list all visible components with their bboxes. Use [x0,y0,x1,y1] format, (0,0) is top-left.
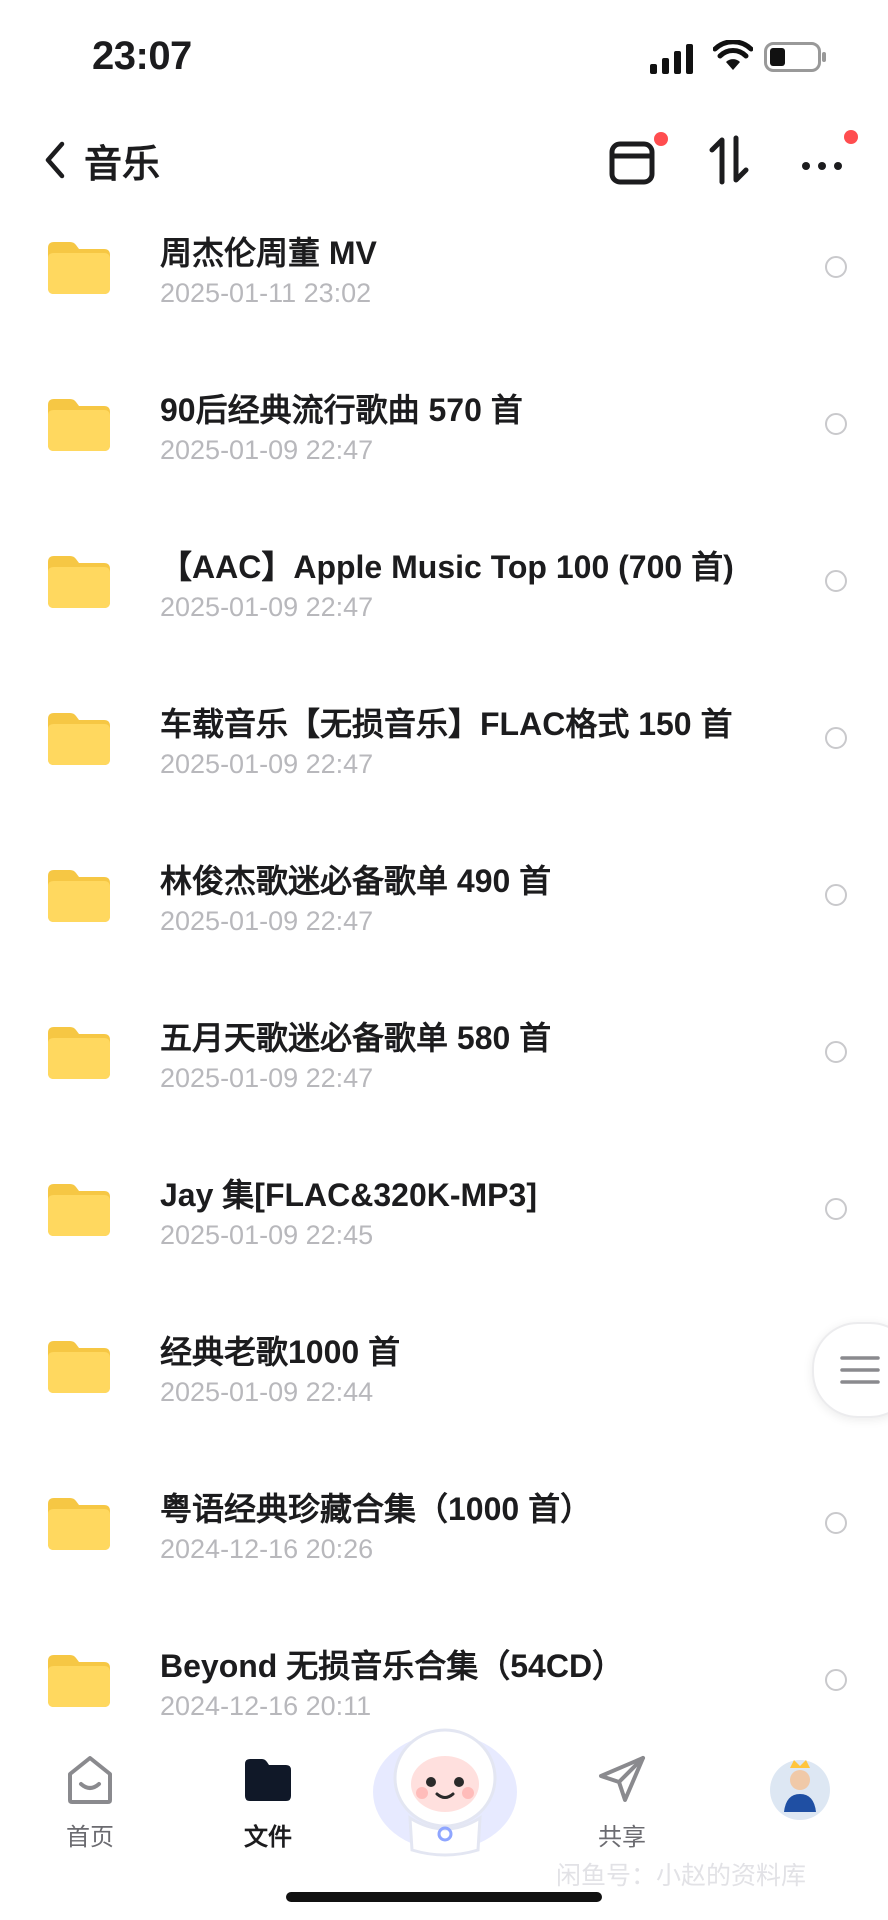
folder-icon [48,1498,110,1550]
folder-icon [48,1655,110,1707]
folder-icon [48,1341,110,1393]
list-item[interactable]: 周杰伦周董 MV 2025-01-11 23:02 [0,214,888,371]
folder-filled-icon [245,1759,291,1801]
folder-icon [48,1184,110,1236]
select-radio[interactable] [825,570,847,592]
tab-share[interactable]: 共享 [562,1750,682,1852]
status-time: 23:07 [92,34,192,78]
list-item[interactable]: 90后经典流行歌曲 570 首 2025-01-09 22:47 [0,371,888,528]
file-date: 2024-12-16 20:26 [160,1534,374,1564]
tab-label: 首页 [66,1824,114,1851]
file-date: 2025-01-09 22:45 [160,1220,374,1250]
list-item[interactable]: 五月天歌迷必备歌单 580 首 2025-01-09 22:47 [0,999,888,1156]
file-name: Beyond 无损音乐合集（54CD） [160,1648,625,1684]
sort-button[interactable] [700,130,760,190]
folder-icon [48,713,110,765]
file-date: 2025-01-11 23:02 [160,278,372,308]
select-radio[interactable] [825,1041,847,1063]
select-radio[interactable] [825,727,847,749]
back-button[interactable]: 音乐 [42,130,160,190]
file-name: Jay 集[FLAC&320K-MP3] [160,1177,537,1213]
folder-icon [48,399,110,451]
select-radio[interactable] [825,1198,847,1220]
list-item[interactable]: 经典老歌1000 首 2025-01-09 22:44 [0,1313,888,1470]
file-name: 【AAC】Apple Music Top 100 (700 首) [160,549,734,585]
notification-dot [654,132,668,146]
file-list: 周杰伦周董 MV 2025-01-11 23:02 90后经典流行歌曲 570 … [0,214,888,1784]
status-bar: 23:07 [0,0,888,110]
tab-files[interactable]: 文件 [208,1750,328,1852]
battery-icon [764,42,826,72]
file-name: 周杰伦周董 MV [160,235,377,271]
folder-icon [48,870,110,922]
home-indicator [286,1892,602,1902]
wifi-icon [713,40,753,70]
send-icon [599,1756,645,1802]
select-radio[interactable] [825,1669,847,1691]
file-date: 2025-01-09 22:47 [160,592,374,622]
file-date: 2025-01-09 22:44 [160,1377,374,1407]
nav-bar: 音乐 [0,120,888,200]
select-radio[interactable] [825,256,847,278]
file-date: 2025-01-09 22:47 [160,435,374,465]
file-date: 2025-01-09 22:47 [160,749,374,779]
list-item[interactable]: 【AAC】Apple Music Top 100 (700 首) 2025-01… [0,528,888,685]
folder-icon [48,1027,110,1079]
sort-arrows-icon [709,135,749,185]
file-name: 车载音乐【无损音乐】FLAC格式 150 首 [160,706,733,742]
robot-mascot-icon [373,1728,517,1857]
list-item[interactable]: 粤语经典珍藏合集（1000 首） 2024-12-16 20:26 [0,1470,888,1627]
select-radio[interactable] [825,413,847,435]
file-name: 经典老歌1000 首 [160,1334,401,1370]
file-name: 粤语经典珍藏合集（1000 首） [160,1491,593,1527]
watermark: 闲鱼号：小赵的资料库 [556,1862,807,1890]
list-item[interactable]: 林俊杰歌迷必备歌单 490 首 2025-01-09 22:47 [0,842,888,999]
notification-dot [844,130,858,144]
file-name: 90后经典流行歌曲 570 首 [160,392,523,428]
list-item[interactable]: 车载音乐【无损音乐】FLAC格式 150 首 2025-01-09 22:47 [0,685,888,842]
file-date: 2025-01-09 22:47 [160,1063,374,1093]
file-name: 五月天歌迷必备歌单 580 首 [160,1020,552,1056]
tab-label: 共享 [598,1824,646,1851]
select-radio[interactable] [825,1512,847,1534]
folder-icon [48,242,110,294]
transfer-button[interactable] [604,130,668,190]
more-button[interactable] [796,130,858,190]
home-smile-icon [68,1756,112,1804]
file-date: 2024-12-16 20:11 [160,1691,372,1721]
file-name: 林俊杰歌迷必备歌单 490 首 [160,863,552,899]
file-date: 2025-01-09 22:47 [160,906,374,936]
chevron-left-icon [45,141,65,179]
tab-profile[interactable] [740,1750,860,1835]
signal-icon [650,44,693,74]
page-title: 音乐 [84,143,161,186]
tab-home[interactable]: 首页 [30,1750,150,1852]
hamburger-menu-icon [840,1356,880,1384]
assistant-mascot-button[interactable] [360,1700,530,1870]
select-radio[interactable] [825,884,847,906]
tab-bar: 首页 文件 共享 闲鱼号：小赵的资料库 [0,1728,888,1920]
folder-icon [48,556,110,608]
tab-label: 文件 [244,1824,292,1851]
avatar [770,1760,830,1820]
list-item[interactable]: Jay 集[FLAC&320K-MP3] 2025-01-09 22:45 [0,1156,888,1313]
